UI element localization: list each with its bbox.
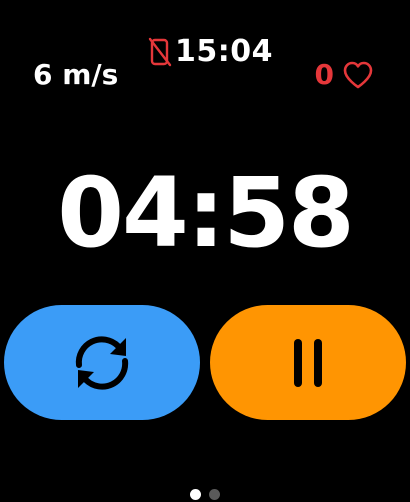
heart-rate-group: 0 [315, 55, 374, 95]
repeat-button[interactable] [4, 305, 200, 420]
pause-button[interactable] [210, 305, 406, 420]
page-dot-1[interactable] [190, 489, 201, 500]
page-dot-2[interactable] [209, 489, 220, 500]
status-bar: 15:04 6 m/s 0 [0, 0, 410, 100]
clock-time: 15:04 [175, 34, 273, 69]
heart-rate-value: 0 [314, 58, 334, 91]
pause-icon [294, 338, 322, 387]
repeat-icon [75, 335, 129, 390]
phone-disconnected-icon [148, 37, 172, 67]
countdown-timer: 04:58 [57, 157, 355, 269]
page-indicator [0, 489, 410, 500]
heart-outline-icon [343, 61, 373, 89]
speed-readout: 6 m/s [33, 58, 119, 91]
clock-group: 15:04 [148, 30, 273, 74]
